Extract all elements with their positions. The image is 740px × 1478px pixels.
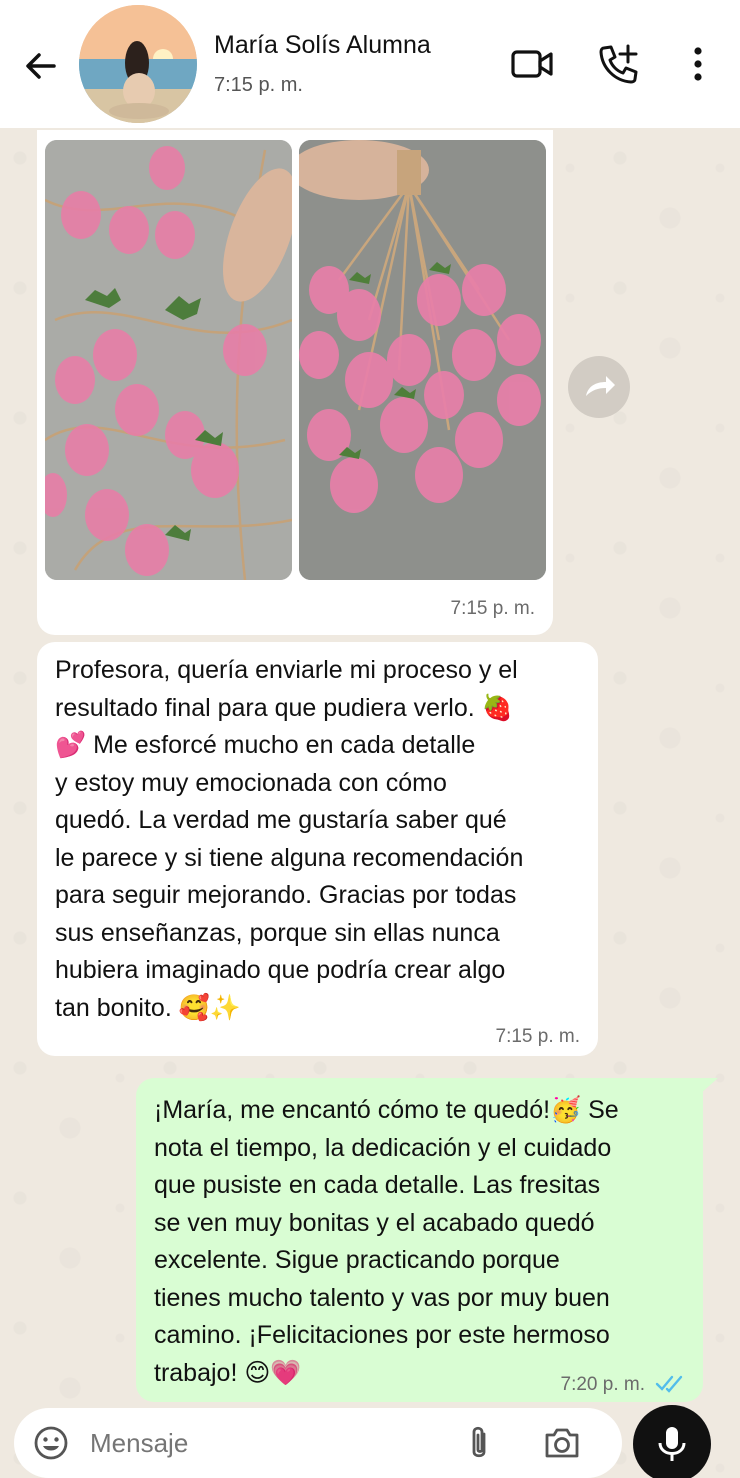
mic-icon [658,1427,686,1461]
attach-icon[interactable] [462,1422,496,1464]
message-time: 7:20 p. m. [560,1374,646,1395]
add-call-icon[interactable] [595,40,643,88]
contact-last-seen: 7:15 p. m. [214,74,303,96]
read-receipt-icon [655,1368,687,1393]
message-input[interactable] [90,1428,390,1459]
emoji-icon[interactable] [32,1424,70,1462]
contact-name[interactable]: María Solís Alumna [214,31,431,60]
mic-button[interactable] [633,1405,711,1478]
forward-icon[interactable] [568,356,630,418]
message-text: Profesora, quería enviarle mi proceso y … [55,656,524,1022]
message-time: 7:15 p. m. [450,598,536,619]
chat-header: María Solís Alumna 7:15 p. m. [0,0,740,128]
outgoing-message-bubble: ¡María, me encantó cómo te quedó!🥳 Se no… [136,1078,703,1402]
strawberry-garland-photo[interactable] [45,140,292,580]
message-time: 7:15 p. m. [495,1026,581,1047]
more-vert-icon[interactable] [674,40,722,88]
back-arrow-icon[interactable] [20,45,62,87]
message-input-bar [14,1408,622,1478]
bubble-tail [700,1078,718,1094]
message-text: ¡María, me encantó cómo te quedó!🥳 Se no… [154,1096,619,1387]
camera-icon[interactable] [542,1424,582,1462]
incoming-message-bubble: Profesora, quería enviarle mi proceso y … [37,642,598,1056]
video-call-icon[interactable] [508,40,556,88]
image-message-bubble: 7:15 p. m. [37,130,553,635]
contact-avatar[interactable] [79,5,197,123]
strawberry-bunch-photo[interactable] [299,140,546,580]
